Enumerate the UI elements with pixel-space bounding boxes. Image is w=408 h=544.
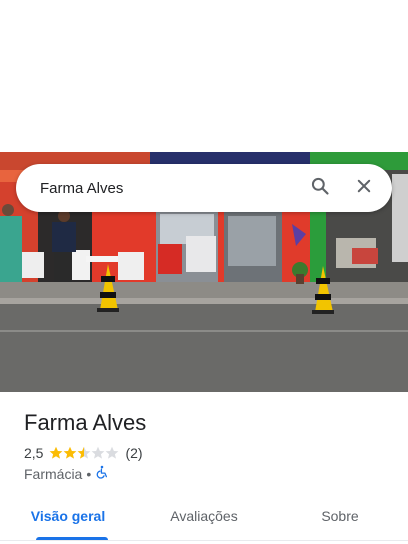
search-icon [310, 176, 330, 201]
tab-overview[interactable]: Visão geral [0, 494, 136, 540]
place-info-panel: Farma Alves 2,5 (2) Farmácia • Visão ger… [0, 392, 408, 544]
place-tabs: Visão geral Avaliações Sobre [0, 494, 408, 542]
tab-label: Sobre [321, 508, 359, 524]
separator-dot: • [86, 465, 92, 482]
review-count: (2) [125, 445, 143, 461]
stars-icon [50, 446, 119, 459]
search-bar[interactable]: Farma Alves [16, 164, 392, 212]
rating-value: 2,5 [24, 445, 44, 461]
search-input[interactable]: Farma Alves [16, 180, 298, 197]
close-button[interactable] [342, 166, 386, 210]
category-row: Farmácia • [24, 465, 109, 482]
close-icon [355, 177, 373, 200]
tabs-divider [0, 540, 408, 541]
rating-stars [49, 446, 119, 460]
place-title: Farma Alves [24, 410, 147, 435]
tab-reviews[interactable]: Avaliações [136, 494, 272, 538]
tab-about[interactable]: Sobre [272, 494, 408, 538]
map-blank-area [0, 0, 408, 152]
wheelchair-icon [95, 465, 109, 482]
tab-label: Visão geral [30, 508, 106, 524]
category-label: Farmácia [24, 465, 83, 482]
tab-label: Avaliações [170, 508, 238, 524]
search-button[interactable] [298, 166, 342, 210]
rating-row[interactable]: 2,5 (2) [24, 445, 143, 461]
